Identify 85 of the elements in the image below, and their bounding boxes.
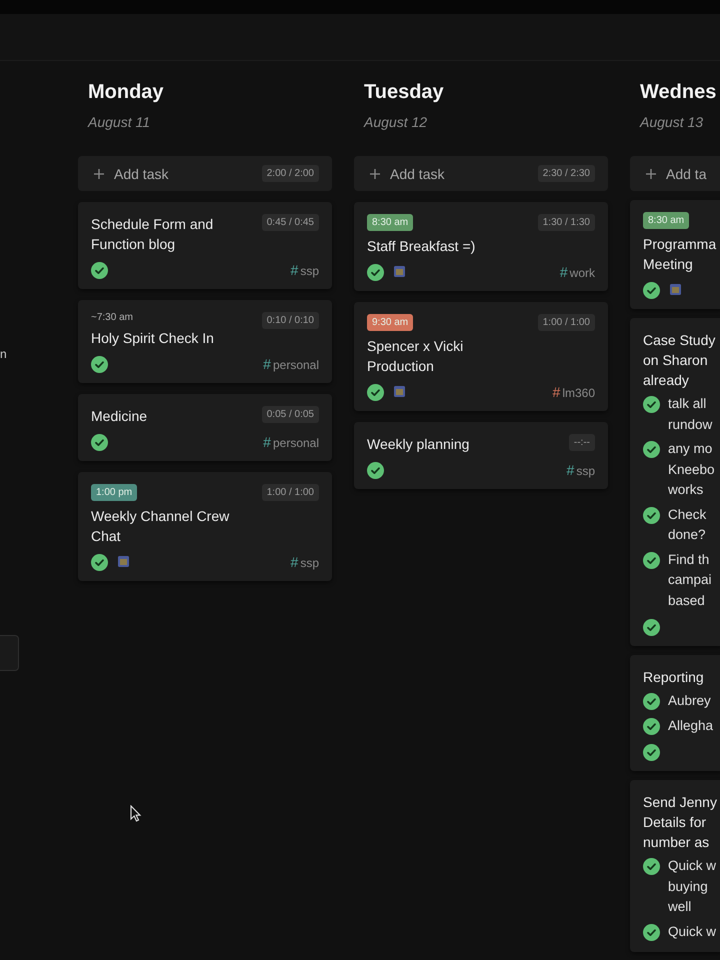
check-icon[interactable] xyxy=(643,396,660,413)
check-icon[interactable] xyxy=(643,718,660,734)
add-task-button[interactable]: Add task xyxy=(370,166,444,182)
plus-icon xyxy=(370,168,380,178)
subtask-text: Quick w xyxy=(668,922,716,940)
task-title: Programma Meeting xyxy=(643,235,716,274)
total-time-badge: 2:30 / 2:30 xyxy=(538,165,595,182)
time-text: ~7:30 am xyxy=(91,312,134,323)
task-title: Schedule Form and Function blog xyxy=(91,215,214,254)
day-date: August 13 xyxy=(640,114,704,130)
sidebar-text: n xyxy=(0,347,8,361)
check-icon[interactable] xyxy=(643,441,660,458)
duration-badge: 1:00 / 1:00 xyxy=(538,314,595,331)
duration-badge: 0:45 / 0:45 xyxy=(262,214,319,231)
task-title: Weekly planning xyxy=(367,435,470,454)
add-task-button[interactable]: Add task xyxy=(94,166,168,182)
check-icon[interactable] xyxy=(367,264,384,281)
subtask-text: Check done? xyxy=(668,506,706,544)
plus-icon xyxy=(94,168,104,178)
check-icon[interactable] xyxy=(643,506,660,524)
tag-label[interactable]: #lm360 xyxy=(552,384,595,400)
time-badge: 1:00 pm xyxy=(91,484,138,501)
day-date: August 11 xyxy=(88,114,152,130)
task-title: Send Jenny Details for number as xyxy=(643,793,717,852)
add-task-button[interactable]: Add ta xyxy=(646,166,706,182)
task-card[interactable]: 8:30 am Staff Breakfast =) 1:30 / 1:30 #work xyxy=(354,202,608,291)
check-icon[interactable] xyxy=(643,619,660,636)
time-badge: 9:30 am xyxy=(367,314,414,331)
duration-badge: --:-- xyxy=(568,434,595,451)
task-title: Case Study on Sharon already xyxy=(643,331,716,390)
subtask-text: Quick w buying well xyxy=(668,857,716,916)
task-card[interactable]: Medicine 0:05 / 0:05 #personal xyxy=(78,394,332,461)
check-icon[interactable] xyxy=(643,924,660,940)
check-icon[interactable] xyxy=(643,858,660,875)
duration-badge: 0:10 / 0:10 xyxy=(262,312,319,329)
day-name: Tuesday xyxy=(364,81,445,104)
tag-label[interactable]: #ssp xyxy=(566,462,595,478)
day-name: Wednes xyxy=(640,81,718,104)
cursor-icon xyxy=(130,805,142,823)
task-title: Spencer x Vicki Production xyxy=(367,337,464,376)
check-icon[interactable] xyxy=(643,282,660,299)
check-icon[interactable] xyxy=(643,693,660,710)
task-card[interactable]: Reporting Aubrey Allegha xyxy=(630,655,720,771)
subtask-text: Find th campai based xyxy=(668,550,712,610)
duration-badge: 0:05 / 0:05 xyxy=(262,406,319,423)
check-icon[interactable] xyxy=(91,554,108,571)
task-card[interactable]: Case Study on Sharon already talk all rundow any mo Kneebo works Check done? Find th campai based xyxy=(630,318,720,646)
task-title: Weekly Channel Crew Chat xyxy=(91,507,230,546)
time-badge: 8:30 am xyxy=(367,214,414,231)
total-time-badge: 2:00 / 2:00 xyxy=(262,165,319,182)
tag-label[interactable]: #work xyxy=(560,264,595,280)
calendar-icon xyxy=(394,266,405,277)
task-title: Medicine xyxy=(91,407,148,426)
plus-icon xyxy=(646,168,656,178)
task-card[interactable]: ~7:30 am Holy Spirit Check In 0:10 / 0:10 #personal xyxy=(78,300,332,383)
check-icon[interactable] xyxy=(91,356,108,373)
task-card[interactable]: 8:30 am Programma Meeting xyxy=(630,200,720,309)
duration-badge: 1:00 / 1:00 xyxy=(262,484,319,501)
task-title: Staff Breakfast =) xyxy=(367,237,476,256)
duration-badge: 1:30 / 1:30 xyxy=(538,214,595,231)
task-card[interactable]: Send Jenny Details for number as Quick w buying well Quick w xyxy=(630,780,720,952)
check-icon[interactable] xyxy=(643,552,660,568)
tag-label[interactable]: #ssp xyxy=(290,262,319,278)
task-card[interactable]: 1:00 pm Weekly Channel Crew Chat 1:00 / 1:00 #ssp xyxy=(78,472,332,581)
task-title: Reporting xyxy=(643,668,704,687)
subtask-text: Allegha xyxy=(668,716,714,735)
calendar-icon xyxy=(670,284,681,295)
task-title: Holy Spirit Check In xyxy=(91,329,214,348)
calendar-icon xyxy=(394,386,405,397)
subtask-text: any mo Kneebo works xyxy=(668,440,715,499)
day-name: Monday xyxy=(88,81,165,104)
check-icon[interactable] xyxy=(367,384,384,401)
tag-label[interactable]: #ssp xyxy=(290,554,319,570)
check-icon[interactable] xyxy=(91,262,108,279)
check-icon[interactable] xyxy=(91,434,108,451)
check-icon[interactable] xyxy=(643,744,660,761)
tag-label[interactable]: #personal xyxy=(263,434,319,450)
task-card[interactable]: Schedule Form and Function blog 0:45 / 0:45 #ssp xyxy=(78,202,332,289)
calendar-icon xyxy=(118,556,129,567)
day-date: August 12 xyxy=(364,114,428,130)
time-badge: 8:30 am xyxy=(643,212,690,229)
check-icon[interactable] xyxy=(367,462,384,479)
task-card[interactable]: Weekly planning --:-- #ssp xyxy=(354,422,608,489)
tag-label[interactable]: #personal xyxy=(263,356,319,372)
subtask-text: Aubrey xyxy=(668,692,711,710)
